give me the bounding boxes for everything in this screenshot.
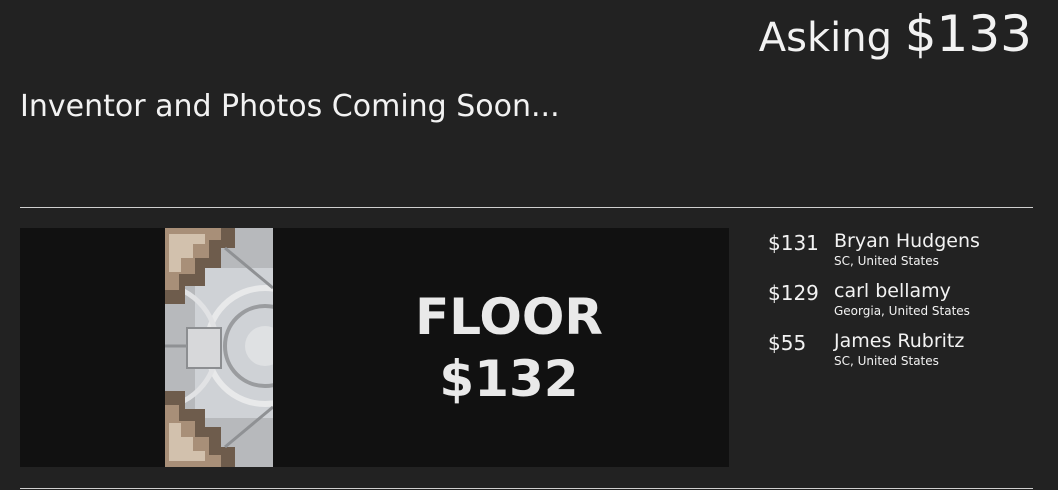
asking-price: Asking $133 (759, 2, 1032, 70)
page-subtitle: Inventor and Photos Coming Soon... (20, 89, 560, 124)
bid-amount: $129 (768, 281, 819, 305)
bidder-location: SC, United States (834, 354, 939, 368)
bid-row: $55 James Rubritz SC, United States (768, 328, 1038, 378)
bid-list: $131 Bryan Hudgens SC, United States $12… (768, 228, 1038, 378)
bidder-location: SC, United States (834, 254, 939, 268)
floor-amount: $132 (439, 349, 579, 408)
floor-label: FLOOR (415, 287, 603, 346)
bidder-name: Bryan Hudgens (834, 230, 980, 252)
divider-bottom (20, 488, 1033, 489)
bid-amount: $55 (768, 331, 807, 355)
bidder-name: carl bellamy (834, 280, 951, 302)
asking-amount: $133 (904, 5, 1032, 63)
bidder-location: Georgia, United States (834, 304, 970, 318)
bid-row: $129 carl bellamy Georgia, United States (768, 278, 1038, 328)
bidder-name: James Rubritz (834, 330, 965, 352)
architecture-photo (165, 228, 273, 467)
divider-top (20, 207, 1033, 208)
floor-price-overlay: FLOOR $132 (320, 228, 698, 467)
bid-amount: $131 (768, 231, 819, 255)
asking-label: Asking (758, 15, 893, 61)
bid-row: $131 Bryan Hudgens SC, United States (768, 228, 1038, 278)
floor-panel: FLOOR $132 (20, 228, 729, 467)
